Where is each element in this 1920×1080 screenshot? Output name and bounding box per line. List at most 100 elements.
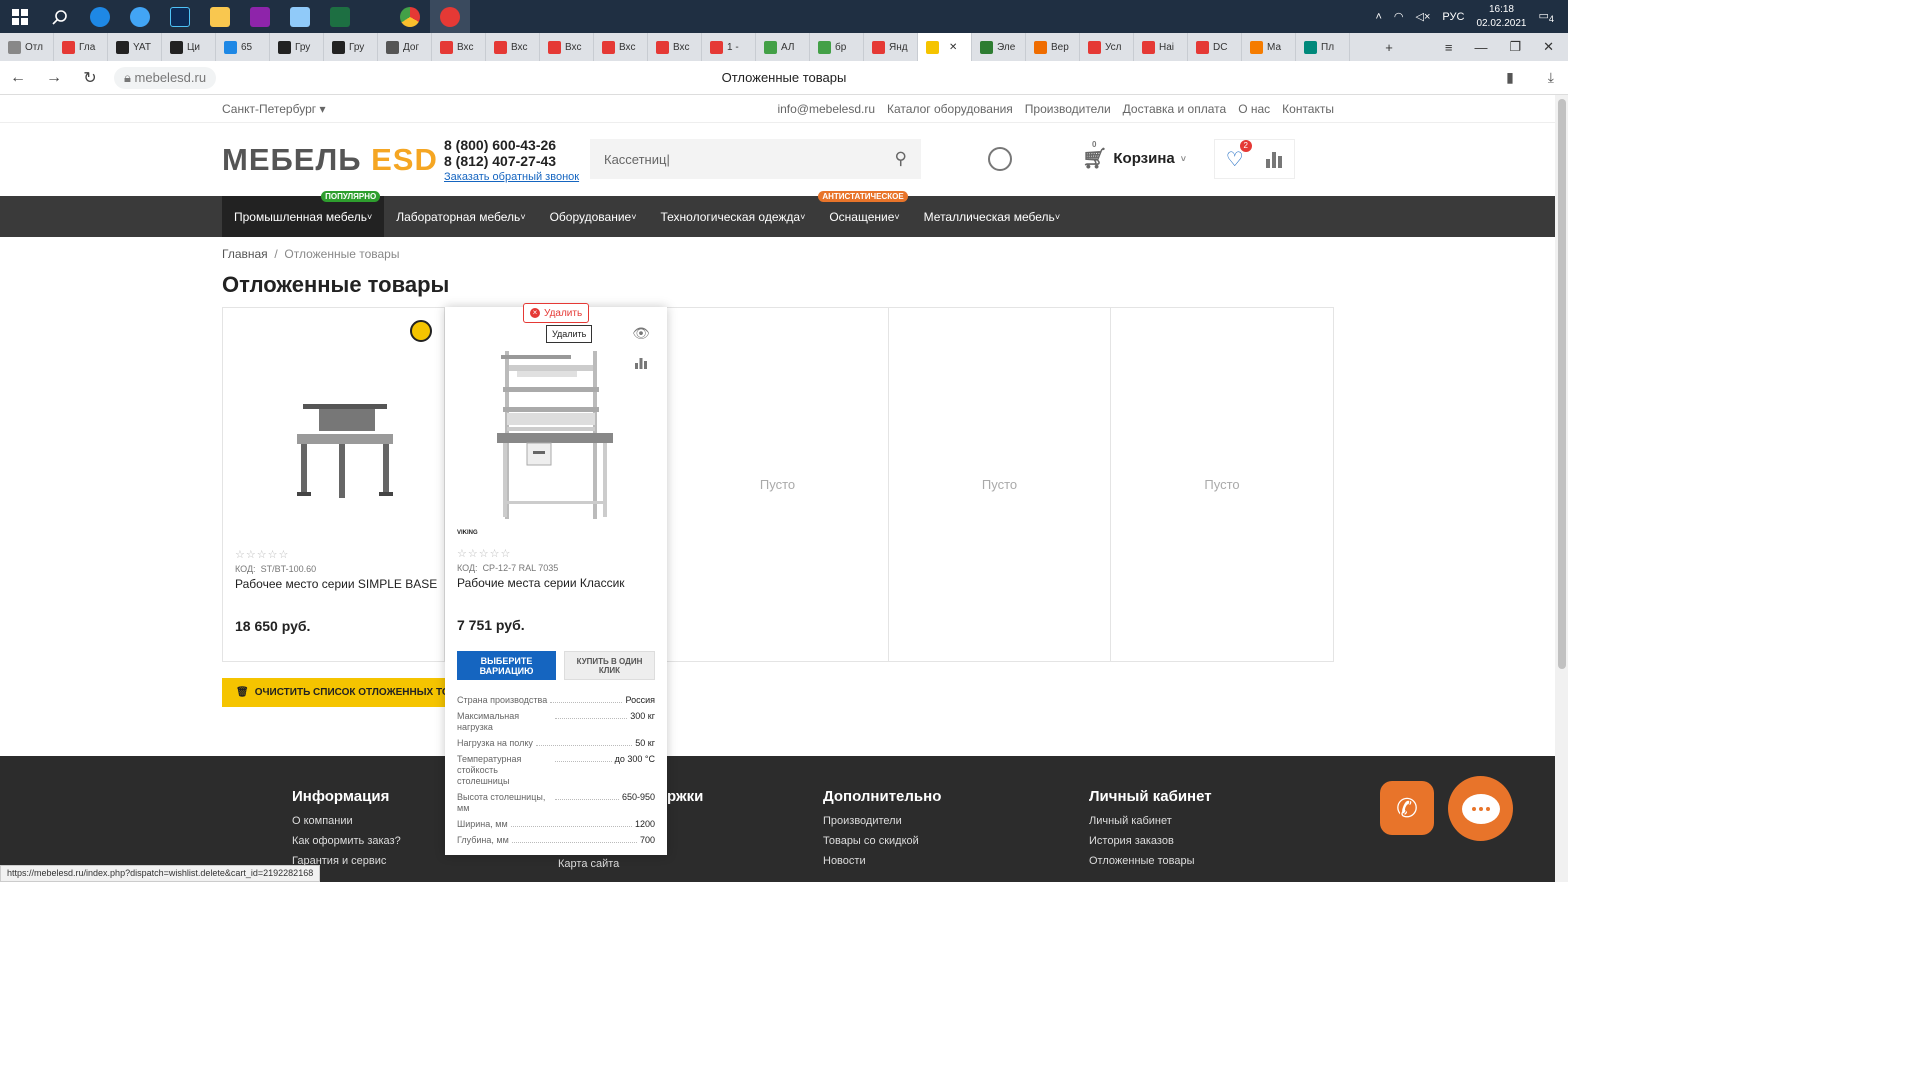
browser-tab[interactable]: Ци <box>162 33 216 61</box>
callback-link[interactable]: Заказать обратный звонок <box>444 169 579 185</box>
search-icon[interactable] <box>40 0 80 33</box>
browser-tab[interactable]: Отл <box>0 33 54 61</box>
menu-item[interactable]: Технологическая одежда ˅ <box>648 196 817 237</box>
browser-tab[interactable]: 1 - <box>702 33 756 61</box>
browser-tab[interactable]: АЛ <box>756 33 810 61</box>
winrar-icon[interactable] <box>240 0 280 33</box>
browser-tab[interactable]: Вхс <box>432 33 486 61</box>
browser-tab[interactable]: Янд <box>864 33 918 61</box>
footer-link[interactable]: Как оформить заказ? <box>292 835 401 847</box>
wifi-icon[interactable]: ◠ <box>1394 10 1404 23</box>
browser-tab[interactable]: Вхс <box>486 33 540 61</box>
menu-icon[interactable]: ≡ <box>1445 40 1453 55</box>
browser-tab[interactable]: Гла <box>54 33 108 61</box>
browser-tab[interactable]: Наі <box>1134 33 1188 61</box>
footer-link[interactable]: Личный кабинет <box>1089 815 1212 827</box>
toplink-contacts[interactable]: Контакты <box>1282 102 1334 116</box>
ie-icon[interactable] <box>120 0 160 33</box>
footer-link[interactable]: Товары со скидкой <box>823 835 941 847</box>
scrollbar[interactable] <box>1555 95 1568 882</box>
toplink-delivery[interactable]: Доставка и оплата <box>1123 102 1227 116</box>
minimize-icon[interactable]: — <box>1474 40 1487 55</box>
browser-tab[interactable]: 65 <box>216 33 270 61</box>
clear-wishlist-button[interactable]: 🗑︎ ОЧИСТИТЬ СПИСОК ОТЛОЖЕННЫХ ТОВАРОВ <box>222 678 448 707</box>
edge-icon[interactable] <box>80 0 120 33</box>
browser-tab[interactable]: Усл <box>1080 33 1134 61</box>
browser-tab[interactable]: Дог <box>378 33 432 61</box>
phone-1[interactable]: 8 (800) 600-43-26 <box>444 137 579 153</box>
menu-item[interactable]: Оснащение ˅ АНТИСТАТИЧЕСКОЕ <box>817 191 911 237</box>
cart-button[interactable]: 🛒︎ 0 Корзина ˅ <box>1082 140 1186 171</box>
product-card-1[interactable]: ☆☆☆☆☆ КОД: ST/BT-100.60 Рабочее место се… <box>223 308 445 661</box>
product-card-2-hover[interactable]: × Удалить Удалить 👁︎ VIKING ☆☆☆☆☆ КОД: CP… <box>445 303 667 855</box>
browser-tab[interactable]: YAT <box>108 33 162 61</box>
restore-icon[interactable]: ❐ <box>1509 39 1521 55</box>
toplink-catalog[interactable]: Каталог оборудования <box>887 102 1013 116</box>
footer-link[interactable]: Отложенные товары <box>1089 855 1212 867</box>
clock[interactable]: 16:18 02.02.2021 <box>1476 3 1526 31</box>
footer-link[interactable]: История заказов <box>1089 835 1212 847</box>
city-selector[interactable]: Санкт-Петербург ▾ <box>222 102 325 116</box>
notes-icon[interactable] <box>280 0 320 33</box>
breadcrumb-home[interactable]: Главная <box>222 247 268 261</box>
quick-view-eye-icon[interactable]: 👁︎ <box>627 319 655 347</box>
tab-favicon-icon <box>278 40 291 54</box>
phone-2[interactable]: 8 (812) 407-27-43 <box>444 153 579 169</box>
browser-tab[interactable]: DC <box>1188 33 1242 61</box>
search-icon[interactable]: ⚲ <box>895 149 907 169</box>
product-name[interactable]: Рабочее место серии SIMPLE BASE <box>235 577 437 591</box>
menu-item-label: Технологическая одежда <box>660 209 801 224</box>
browser-tab[interactable]: Гру <box>270 33 324 61</box>
product-name[interactable]: Рабочие места серии Классик <box>457 576 625 590</box>
browser-tab[interactable]: Вхс <box>648 33 702 61</box>
compare-button[interactable] <box>1255 140 1295 178</box>
menu-item[interactable]: Оборудование ˅ <box>538 196 649 237</box>
chrome-icon[interactable] <box>390 0 430 33</box>
footer-link[interactable]: Производители <box>823 815 941 827</box>
windows-start-icon[interactable] <box>0 0 40 33</box>
photoshop-icon[interactable] <box>160 0 200 33</box>
toplink-manufacturers[interactable]: Производители <box>1025 102 1111 116</box>
site-logo[interactable]: МЕБЕЛЬ ESD <box>222 142 438 178</box>
notifications-icon[interactable]: ▭4 <box>1539 9 1555 24</box>
toplink-email[interactable]: info@mebelesd.ru <box>777 102 875 116</box>
browser-tab[interactable]: Вхс <box>540 33 594 61</box>
toplink-about[interactable]: О нас <box>1238 102 1270 116</box>
footer-link[interactable]: Новости <box>823 855 941 867</box>
buy-one-click-button[interactable]: КУПИТЬ В ОДИН КЛИК <box>564 651 655 680</box>
scroll-thumb[interactable] <box>1558 99 1566 669</box>
tab-close-icon[interactable]: ✕ <box>949 42 957 53</box>
download-icon[interactable]: ⤓ <box>1548 69 1554 86</box>
folder-icon[interactable] <box>200 0 240 33</box>
phone-callback-icon[interactable]: ✆ <box>1380 781 1434 835</box>
footer-link[interactable]: О компании <box>292 815 401 827</box>
yandex-browser-icon[interactable] <box>430 0 470 33</box>
browser-tab[interactable]: Ма <box>1242 33 1296 61</box>
browser-tab[interactable]: Пл <box>1296 33 1350 61</box>
delete-button[interactable]: × Удалить <box>523 303 590 323</box>
close-icon[interactable]: ✕ <box>1543 39 1554 55</box>
wishlist-button[interactable]: ♡ 2 <box>1215 139 1255 178</box>
browser-tab[interactable]: бр <box>810 33 864 61</box>
new-tab-icon[interactable]: + <box>1385 40 1393 55</box>
browser-tab[interactable]: Гру <box>324 33 378 61</box>
bookmark-icon[interactable]: ▮ <box>1506 69 1514 86</box>
chat-icon[interactable] <box>1448 776 1513 841</box>
browser-tab[interactable]: Вхс <box>594 33 648 61</box>
volume-icon[interactable]: ◁× <box>1416 10 1431 23</box>
product-image-workbench <box>297 404 393 498</box>
compare-bar-chart-icon[interactable] <box>627 349 655 377</box>
choose-variation-button[interactable]: ВЫБЕРИТЕ ВАРИАЦИЮ <box>457 651 556 680</box>
menu-item[interactable]: Металлическая мебель ˅ <box>912 196 1072 237</box>
menu-item[interactable]: Промышленная мебель ˅ ПОПУЛЯРНО <box>222 191 385 237</box>
chevron-up-icon[interactable]: ˄ <box>1375 11 1381 23</box>
footer-link[interactable]: Карта сайта <box>558 858 619 870</box>
language-indicator[interactable]: РУС <box>1442 11 1464 23</box>
user-account-icon[interactable] <box>988 147 1012 171</box>
browser-tab[interactable]: Вер <box>1026 33 1080 61</box>
menu-item[interactable]: Лабораторная мебель ˅ <box>384 196 537 237</box>
browser-tab[interactable]: ✕ <box>918 33 972 61</box>
excel-icon[interactable] <box>320 0 360 33</box>
search-input[interactable]: Кассетниц | ⚲ <box>590 139 921 179</box>
browser-tab[interactable]: Эле <box>972 33 1026 61</box>
